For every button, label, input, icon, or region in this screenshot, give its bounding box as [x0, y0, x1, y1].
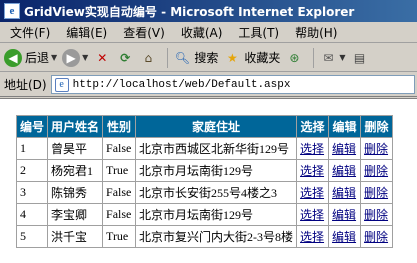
gridview-table: 编号 用户姓名 性别 家庭住址 选择 编辑 删除 1 曾昊平 False 北京市… [15, 115, 394, 248]
column-header-delete: 删除 [360, 115, 394, 138]
back-arrow-icon: ◀ [4, 48, 22, 67]
table-header-row: 编号 用户姓名 性别 家庭住址 选择 编辑 删除 [15, 115, 394, 138]
print-icon: ▤ [353, 50, 366, 65]
column-header-select: 选择 [296, 115, 330, 138]
select-link[interactable]: 选择 [296, 159, 330, 182]
edit-link[interactable]: 编辑 [328, 181, 362, 204]
menu-bar: 文件(F) 编辑(E) 查看(V) 收藏(A) 工具(T) 帮助(H) [0, 22, 417, 43]
menu-help[interactable]: 帮助(H) [287, 24, 345, 41]
toolbar-separator [167, 47, 169, 68]
cell-id: 3 [15, 181, 49, 204]
delete-link[interactable]: 删除 [360, 225, 394, 248]
search-label: 搜索 [194, 51, 219, 65]
cell-name: 杨宛君1 [47, 159, 104, 182]
address-url: http://localhost/web/Default.aspx [72, 78, 291, 91]
cell-name: 曾昊平 [47, 137, 104, 160]
cell-name: 李宝卿 [47, 203, 104, 226]
chevron-down-icon[interactable]: ▼ [51, 53, 57, 62]
cell-sex: False [102, 137, 137, 160]
cell-address: 北京市月坛南街129号 [135, 159, 298, 182]
menu-file[interactable]: 文件(F) [2, 24, 58, 41]
cell-address: 北京市西城区北新华街129号 [135, 137, 298, 160]
cell-sex: False [102, 181, 137, 204]
column-header-edit: 编辑 [328, 115, 362, 138]
delete-link[interactable]: 删除 [360, 159, 394, 182]
stop-icon: ✕ [97, 50, 108, 65]
window-title: GridView实现自动编号 - Microsoft Internet Expl… [24, 4, 355, 19]
forward-button[interactable]: ▶ ▼ [62, 48, 88, 67]
ie-logo-icon: e [4, 3, 20, 19]
edit-link[interactable]: 编辑 [328, 137, 362, 160]
select-link[interactable]: 选择 [296, 225, 330, 248]
cell-id: 2 [15, 159, 49, 182]
refresh-button[interactable]: ⟳ [116, 49, 134, 67]
address-bar: 地址(D) e http://localhost/web/Default.asp… [0, 73, 417, 97]
menu-edit[interactable]: 编辑(E) [58, 24, 115, 41]
chevron-down-icon[interactable]: ▼ [82, 53, 88, 62]
table-row: 5 洪千宝 True 北京市复兴门内大街2-3号8楼 选择 编辑 删除 [15, 225, 394, 248]
table-row: 3 陈锦秀 False 北京市长安街255号4楼之3 选择 编辑 删除 [15, 181, 394, 204]
select-link[interactable]: 选择 [296, 181, 330, 204]
page-icon: e [54, 77, 69, 92]
chevron-down-icon[interactable]: ▼ [339, 53, 345, 62]
history-icon: ⊛ [289, 50, 300, 65]
back-button[interactable]: ◀ 后退 ▼ [4, 48, 57, 67]
table-row: 1 曾昊平 False 北京市西城区北新华街129号 选择 编辑 删除 [15, 137, 394, 160]
edit-link[interactable]: 编辑 [328, 225, 362, 248]
delete-link[interactable]: 删除 [360, 203, 394, 226]
column-header-id: 编号 [15, 115, 49, 138]
search-button[interactable]: 🔍︎ 搜索 [173, 49, 219, 67]
address-label: 地址(D) [4, 78, 47, 92]
edit-link[interactable]: 编辑 [328, 159, 362, 182]
title-bar: e GridView实现自动编号 - Microsoft Internet Ex… [0, 0, 417, 22]
home-icon: ⌂ [144, 50, 153, 65]
mail-button[interactable]: ✉ ▼ [319, 49, 345, 67]
address-input[interactable]: e http://localhost/web/Default.aspx [50, 75, 415, 94]
delete-link[interactable]: 删除 [360, 137, 394, 160]
favorites-button[interactable]: ★ 收藏夹 [223, 49, 280, 67]
page-content: 编号 用户姓名 性别 家庭住址 选择 编辑 删除 1 曾昊平 False 北京市… [0, 98, 417, 263]
toolbar-separator [313, 47, 315, 68]
cell-address: 北京市复兴门内大街2-3号8楼 [135, 225, 298, 248]
select-link[interactable]: 选择 [296, 203, 330, 226]
back-label: 后退 [25, 51, 50, 65]
cell-sex: True [102, 225, 137, 248]
cell-sex: True [102, 159, 137, 182]
forward-arrow-icon: ▶ [62, 48, 81, 67]
menu-tools[interactable]: 工具(T) [230, 24, 287, 41]
select-link[interactable]: 选择 [296, 137, 330, 160]
history-button[interactable]: ⊛ [285, 49, 303, 67]
favorites-label: 收藏夹 [244, 51, 281, 65]
refresh-icon: ⟳ [120, 50, 131, 65]
search-icon: 🔍︎ [174, 50, 190, 65]
table-row: 2 杨宛君1 True 北京市月坛南街129号 选择 编辑 删除 [15, 159, 394, 182]
table-row: 4 李宝卿 False 北京市月坛南街129号 选择 编辑 删除 [15, 203, 394, 226]
edit-link[interactable]: 编辑 [328, 203, 362, 226]
cell-id: 1 [15, 137, 49, 160]
print-button[interactable]: ▤ [351, 49, 369, 67]
cell-address: 北京市长安街255号4楼之3 [135, 181, 298, 204]
cell-sex: False [102, 203, 137, 226]
column-header-sex: 性别 [102, 115, 137, 138]
toolbar: ◀ 后退 ▼ ▶ ▼ ✕ ⟳ ⌂ 🔍︎ 搜索 ★ 收藏夹 ⊛ ✉ ▼ ▤ [0, 44, 417, 72]
delete-link[interactable]: 删除 [360, 181, 394, 204]
cell-name: 陈锦秀 [47, 181, 104, 204]
home-button[interactable]: ⌂ [139, 49, 157, 67]
menu-view[interactable]: 查看(V) [115, 24, 173, 41]
cell-name: 洪千宝 [47, 225, 104, 248]
stop-button[interactable]: ✕ [93, 49, 111, 67]
menu-favorites[interactable]: 收藏(A) [173, 24, 231, 41]
cell-address: 北京市月坛南街129号 [135, 203, 298, 226]
cell-id: 4 [15, 203, 49, 226]
column-header-name: 用户姓名 [47, 115, 104, 138]
cell-id: 5 [15, 225, 49, 248]
mail-icon: ✉ [323, 50, 334, 65]
star-icon: ★ [226, 50, 238, 65]
column-header-address: 家庭住址 [135, 115, 298, 138]
